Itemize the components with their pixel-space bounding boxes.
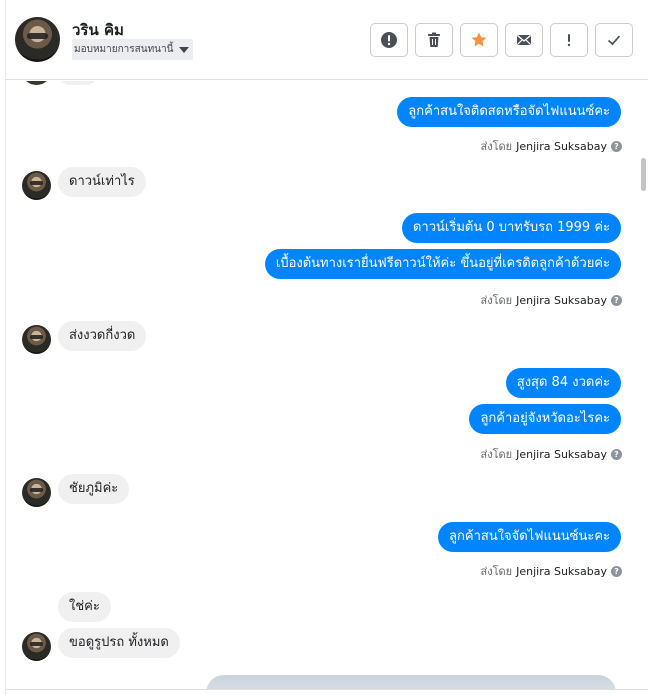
sent-by-label: ส่งโดย Jenjira Suksabay ?	[481, 445, 622, 463]
avatar-partial	[22, 81, 51, 85]
sent-by-prefix: ส่งโดย	[480, 448, 513, 461]
agent-name[interactable]: Jenjira Suksabay	[516, 294, 607, 307]
checkmark-icon	[607, 35, 621, 46]
message-incoming[interactable]: ดาวน์เท่าไร	[58, 167, 146, 197]
customer-avatar[interactable]	[22, 478, 51, 507]
sent-by-prefix: ส่งโดย	[480, 294, 513, 307]
mark-done-button[interactable]	[595, 23, 633, 57]
header-toolbar	[370, 23, 633, 57]
message-outgoing[interactable]: ลูกค้าสนใจติดสดหรือจัดไฟแนนซ์คะ	[397, 97, 621, 127]
alert-circle-icon	[381, 32, 397, 48]
follow-up-button[interactable]	[550, 23, 588, 57]
message-thread[interactable]: ลูกค้าสนใจติดสดหรือจัดไฟแนนซ์คะ ส่งโดย J…	[6, 81, 648, 695]
agent-name[interactable]: Jenjira Suksabay	[516, 140, 607, 153]
help-icon[interactable]: ?	[611, 294, 622, 306]
spam-button[interactable]	[370, 23, 408, 57]
star-icon	[471, 32, 487, 47]
message-outgoing[interactable]: ลูกค้าสนใจจัดไฟแนนซ์นะคะ	[438, 522, 621, 552]
conversation-header: วริน คิม มอบหมายการสนทนานี้	[6, 0, 648, 80]
message-incoming[interactable]: ขอดูรูปรถ ทั้งหมด	[58, 628, 180, 658]
assign-conversation-dropdown[interactable]: มอบหมายการสนทนานี้	[72, 39, 194, 60]
conversation-panel: วริน คิม มอบหมายการสนทนานี้ ลูกค้าสนใจติ…	[5, 0, 648, 695]
scrollbar-thumb[interactable]	[641, 158, 646, 191]
message-outgoing[interactable]: ลูกค้าอยู่จังหวัดอะไรคะ	[469, 404, 621, 434]
customer-avatar[interactable]	[22, 632, 51, 661]
customer-avatar[interactable]	[22, 325, 51, 354]
message-incoming[interactable]: ใช่ค่ะ	[58, 592, 111, 622]
star-button[interactable]	[460, 23, 498, 57]
sent-by-prefix: ส่งโดย	[480, 565, 513, 578]
scrollbar[interactable]	[639, 82, 646, 692]
caret-down-icon	[179, 46, 190, 53]
delete-button[interactable]	[415, 23, 453, 57]
agent-name[interactable]: Jenjira Suksabay	[516, 565, 607, 578]
bubble-partial	[58, 81, 98, 85]
sent-by-label: ส่งโดย Jenjira Suksabay ?	[481, 291, 622, 309]
help-icon[interactable]: ?	[611, 565, 622, 577]
contact-avatar[interactable]	[15, 17, 60, 62]
sent-by-label: ส่งโดย Jenjira Suksabay ?	[481, 137, 622, 155]
help-icon[interactable]: ?	[611, 140, 622, 152]
composer-edge	[6, 689, 648, 695]
message-incoming[interactable]: ส่งงวดกี่งวด	[58, 321, 147, 351]
trash-icon	[428, 32, 440, 47]
sent-by-prefix: ส่งโดย	[480, 140, 513, 153]
assign-label: มอบหมายการสนทนานี้	[74, 44, 174, 55]
sent-by-label: ส่งโดย Jenjira Suksabay ?	[481, 562, 622, 580]
customer-avatar[interactable]	[22, 171, 51, 200]
message-outgoing[interactable]: สูงสุด 84 งวดค่ะ	[505, 368, 621, 398]
help-icon[interactable]: ?	[611, 448, 622, 460]
message-outgoing[interactable]: เบื้องต้นทางเรายื่นฟรีดาวน์ให้ค่ะ ขึ้นอย…	[264, 249, 621, 279]
message-incoming[interactable]: ชัยภูมิค่ะ	[58, 474, 130, 504]
agent-name[interactable]: Jenjira Suksabay	[516, 448, 607, 461]
exclamation-icon	[567, 34, 571, 47]
mark-unread-button[interactable]	[505, 23, 543, 57]
envelope-icon	[517, 34, 531, 45]
message-outgoing[interactable]: ดาวน์เริ่มต้น 0 บาทรับรถ 1999 ค่ะ	[401, 213, 621, 243]
